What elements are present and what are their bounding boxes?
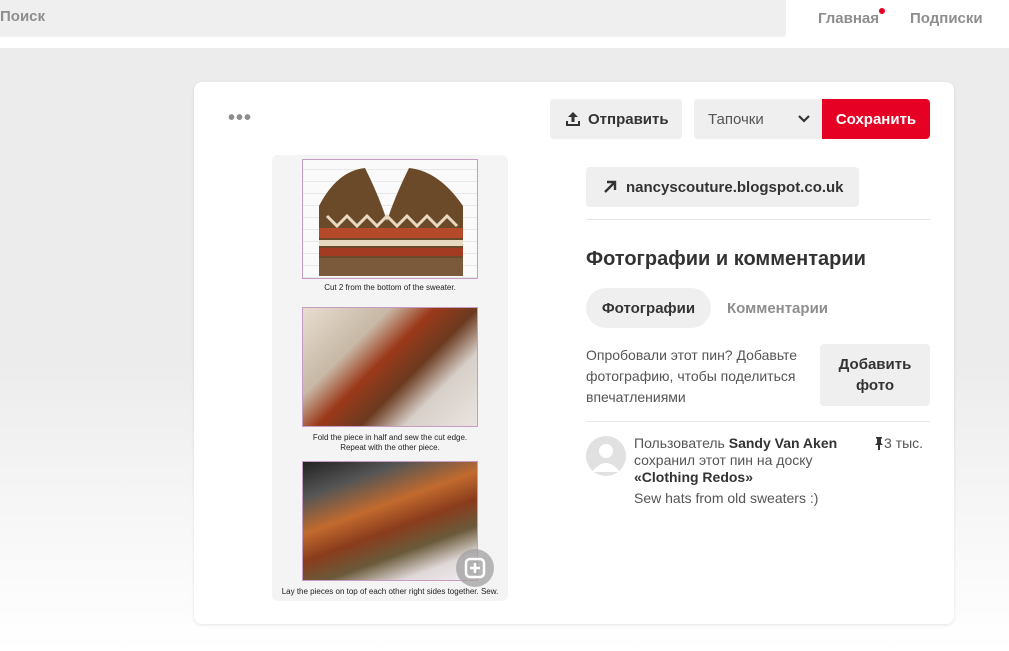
source-link-label: nancyscouture.blogspot.co.uk (626, 178, 844, 196)
pin-card: ••• Отправить Тапочки Сохранить Cut 2 fr… (194, 82, 954, 624)
add-photo-label-2: фото (855, 377, 895, 394)
tab-photos[interactable]: Фотографии (586, 288, 711, 328)
top-bar: Поиск Главная Подписки (0, 0, 1009, 48)
board-value: Тапочки (708, 110, 764, 128)
saved-board-link[interactable]: «Clothing Redos» (634, 469, 753, 485)
search-input[interactable]: Поиск (0, 0, 786, 37)
add-photo-label-1: Добавить (838, 356, 912, 373)
tab-comments[interactable]: Комментарии (727, 300, 828, 317)
divider (586, 421, 930, 422)
step-1-caption: Cut 2 from the bottom of the sweater. (324, 283, 456, 292)
upload-icon (566, 112, 580, 126)
search-label: Поиск (0, 8, 46, 25)
divider (586, 219, 930, 220)
save-count-value: 3 тыс. (884, 435, 924, 451)
try-pin-text: Опробовали этот пин? Добавьте фотографию… (586, 347, 798, 405)
avatar[interactable] (586, 436, 626, 476)
send-button[interactable]: Отправить (550, 99, 682, 139)
send-label: Отправить (588, 110, 669, 128)
saved-middle: сохранил этот пин на доску (634, 452, 813, 468)
save-count: 3 тыс. (874, 435, 923, 451)
source-link-button[interactable]: nancyscouture.blogspot.co.uk (586, 167, 859, 207)
saved-user-link[interactable]: Sandy Van Aken (729, 435, 837, 451)
notification-dot (879, 8, 885, 14)
pin-icon (875, 437, 883, 450)
pin-description: Sew hats from old sweaters :) (634, 490, 819, 506)
arrow-up-right-icon (604, 180, 617, 193)
board-select[interactable]: Тапочки (694, 99, 822, 139)
saved-prefix: Пользователь (634, 435, 725, 451)
sweater-hat-image (319, 168, 463, 276)
chevron-down-icon (798, 115, 810, 123)
step-3-photo (302, 461, 478, 581)
step-2-caption-2: Repeat with the other piece. (340, 443, 440, 452)
user-icon (592, 444, 620, 472)
pin-image[interactable]: Cut 2 from the bottom of the sweater. Fo… (272, 155, 508, 601)
more-options-icon[interactable]: ••• (228, 108, 252, 128)
save-button[interactable]: Сохранить (822, 99, 930, 139)
saved-by-text: Пользователь Sandy Van Aken сохранил это… (634, 435, 864, 486)
nav-following[interactable]: Подписки (910, 10, 983, 27)
step-1-photo (302, 159, 478, 279)
nav-home[interactable]: Главная (818, 10, 879, 27)
zoom-icon[interactable] (456, 549, 494, 587)
step-3-caption: Lay the pieces on top of each other righ… (281, 587, 499, 596)
step-2-photo (302, 307, 478, 427)
step-2-caption: Fold the piece in half and sew the cut e… (312, 433, 468, 442)
add-photo-button[interactable]: Добавить фото (820, 344, 930, 406)
section-title: Фотографии и комментарии (586, 248, 866, 270)
